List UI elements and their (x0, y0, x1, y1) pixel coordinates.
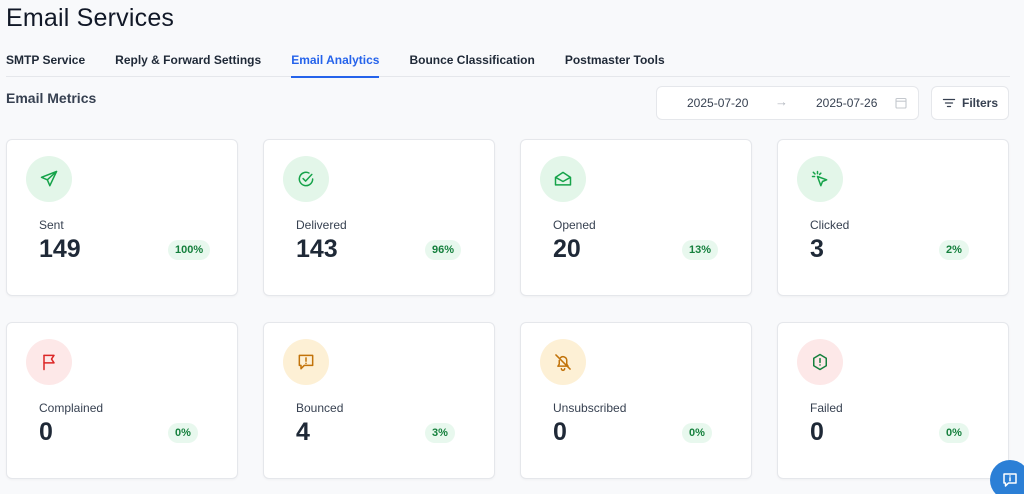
filter-lines-icon (942, 98, 956, 108)
metric-value: 3 (810, 235, 824, 263)
metric-percent-badge: 13% (682, 240, 719, 260)
envelope-open-icon (554, 171, 572, 186)
metric-label: Bounced (296, 401, 344, 415)
metric-label: Complained (39, 401, 104, 415)
help-chat-icon (1003, 473, 1017, 487)
metric-icon-badge (797, 156, 843, 202)
metric-value: 0 (810, 418, 824, 446)
metric-icon-badge (283, 156, 329, 202)
metric-percent-badge: 0% (168, 423, 198, 443)
metric-value: 143 (296, 235, 338, 263)
metric-percent-badge: 100% (168, 240, 211, 260)
date-range-arrow-icon: → (775, 94, 788, 109)
metric-label: Delivered (296, 218, 347, 232)
metric-icon-badge (26, 339, 72, 385)
flag-icon (43, 354, 55, 371)
section-title: Email Metrics (6, 90, 97, 106)
metric-card-bounced: Bounced 4 3% (263, 322, 495, 479)
bell-off-icon (555, 354, 571, 372)
metric-icon-badge (797, 339, 843, 385)
date-range-picker[interactable]: 2025-07-20 → 2025-07-26 (656, 86, 919, 120)
metric-label: Opened (553, 218, 596, 232)
metric-value: 20 (553, 235, 581, 263)
tab-bar: SMTP Service Reply & Forward Settings Em… (6, 52, 1010, 78)
tab-smtp-service[interactable]: SMTP Service (6, 52, 85, 77)
send-icon (40, 170, 58, 187)
metric-label: Failed (810, 401, 843, 415)
tab-email-analytics[interactable]: Email Analytics (291, 52, 380, 78)
metric-icon-badge (283, 339, 329, 385)
date-start-input[interactable]: 2025-07-20 (687, 96, 748, 110)
metric-percent-badge: 3% (425, 423, 455, 443)
metric-percent-badge: 2% (939, 240, 969, 260)
metric-icon-badge (26, 156, 72, 202)
metric-card-unsubscribed: Unsubscribed 0 0% (520, 322, 752, 479)
metric-card-complained: Complained 0 0% (6, 322, 238, 479)
metric-card-clicked: Clicked 3 2% (777, 139, 1009, 296)
check-circle-icon (298, 171, 314, 187)
metric-value: 0 (39, 418, 53, 446)
help-chat-button[interactable] (990, 460, 1024, 494)
metric-percent-badge: 96% (425, 240, 462, 260)
calendar-icon[interactable] (894, 96, 908, 110)
filters-button[interactable]: Filters (931, 86, 1009, 120)
metric-label: Unsubscribed (553, 401, 627, 415)
metric-percent-badge: 0% (682, 423, 712, 443)
metric-label: Clicked (810, 218, 850, 232)
metric-card-sent: Sent 149 100% (6, 139, 238, 296)
metric-icon-badge (540, 339, 586, 385)
metric-value: 0 (553, 418, 567, 446)
metric-value: 4 (296, 418, 310, 446)
metric-value: 149 (39, 235, 81, 263)
metric-card-delivered: Delivered 143 96% (263, 139, 495, 296)
metric-percent-badge: 0% (939, 423, 969, 443)
metric-card-failed: Failed 0 0% (777, 322, 1009, 479)
tab-bounce-classification[interactable]: Bounce Classification (409, 52, 534, 77)
metric-label: Sent (39, 218, 64, 232)
metric-icon-badge (540, 156, 586, 202)
date-end-input[interactable]: 2025-07-26 (816, 96, 877, 110)
cursor-click-icon (811, 170, 828, 187)
tab-postmaster-tools[interactable]: Postmaster Tools (565, 52, 665, 77)
message-alert-icon (298, 354, 314, 370)
octagon-alert-icon (813, 353, 827, 371)
page-title: Email Services (6, 4, 175, 32)
tab-reply-forward-settings[interactable]: Reply & Forward Settings (115, 52, 261, 77)
filters-label: Filters (961, 96, 998, 110)
metric-card-opened: Opened 20 13% (520, 139, 752, 296)
